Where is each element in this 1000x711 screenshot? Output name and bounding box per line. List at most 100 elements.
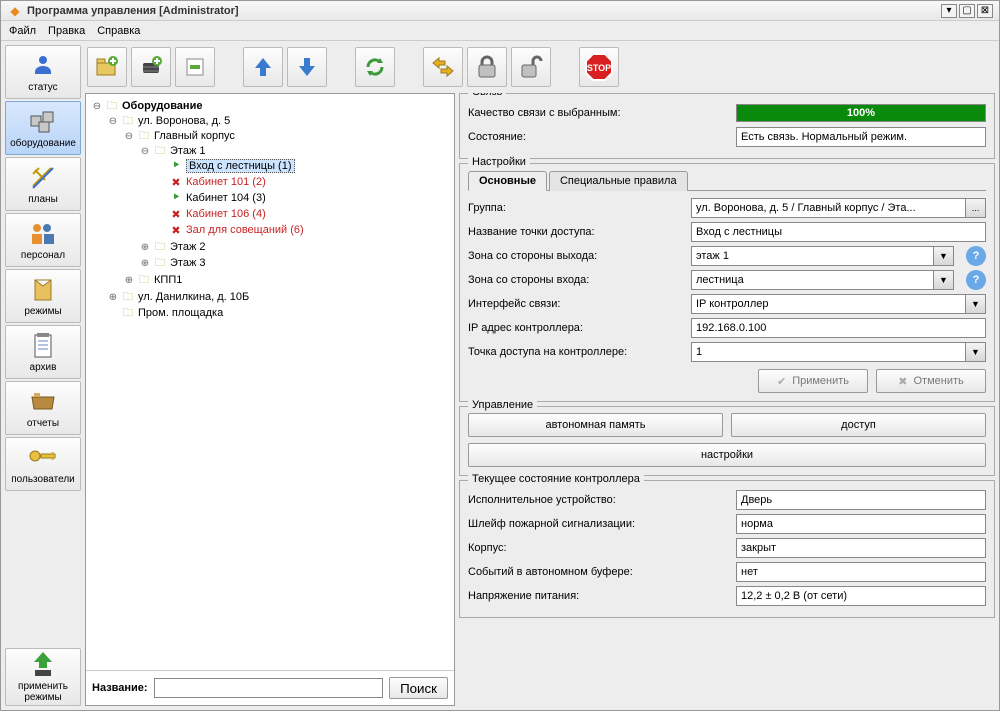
app-icon: ◆ bbox=[7, 3, 23, 19]
sidebar-users[interactable]: пользователи bbox=[5, 437, 81, 491]
folder-icon: 🗀 bbox=[120, 306, 136, 320]
tree-root[interactable]: ⊖🗀Оборудование bbox=[92, 99, 450, 113]
zone-out-select[interactable]: этаж 1 bbox=[691, 246, 934, 266]
window-title: Программа управления [Administrator] bbox=[27, 5, 941, 17]
sidebar-equipment[interactable]: оборудование bbox=[5, 101, 81, 155]
tree-prom[interactable]: 🗀Пром. площадка bbox=[108, 306, 450, 320]
transfer-button[interactable] bbox=[423, 47, 463, 87]
chevron-down-icon[interactable]: ▼ bbox=[934, 270, 954, 290]
actuator-value: Дверь bbox=[736, 490, 986, 510]
search-input[interactable] bbox=[154, 678, 383, 698]
tree-addr2[interactable]: ⊕🗀ул. Данилкина, д. 10Б bbox=[108, 290, 450, 304]
tree-kpp[interactable]: ⊕🗀КПП1 bbox=[124, 273, 450, 287]
minimize-button[interactable]: ▾ bbox=[941, 4, 957, 18]
tree-cab106[interactable]: ✖Кабинет 106 (4) bbox=[156, 207, 450, 221]
delete-button[interactable] bbox=[175, 47, 215, 87]
lock-open-button[interactable] bbox=[511, 47, 551, 87]
move-down-button[interactable] bbox=[287, 47, 327, 87]
iface-label: Интерфейс связи: bbox=[468, 298, 683, 310]
menu-file[interactable]: Файл bbox=[9, 25, 36, 37]
refresh-button[interactable] bbox=[355, 47, 395, 87]
settings-tabs: Основные Специальные правила bbox=[468, 170, 986, 191]
tree-hall[interactable]: ✖Зал для совещаний (6) bbox=[156, 223, 450, 237]
door-icon: ⯈ bbox=[168, 191, 184, 205]
tab-main[interactable]: Основные bbox=[468, 171, 547, 191]
sidebar-apply-label: применить режимы bbox=[6, 681, 80, 703]
add-device-button[interactable] bbox=[131, 47, 171, 87]
toolbar: STOP bbox=[85, 45, 995, 89]
sidebar: статус оборудование планы персонал режим… bbox=[5, 45, 81, 706]
state-value: Есть связь. Нормальный режим. bbox=[736, 127, 986, 147]
archive-icon bbox=[27, 332, 59, 360]
ip-input[interactable]: 192.168.0.100 bbox=[691, 318, 986, 338]
tree-addr1[interactable]: ⊖🗀ул. Воронова, д. 5 bbox=[108, 114, 450, 128]
sidebar-personnel[interactable]: персонал bbox=[5, 213, 81, 267]
status-icon bbox=[27, 52, 59, 80]
move-up-button[interactable] bbox=[243, 47, 283, 87]
add-folder-button[interactable] bbox=[87, 47, 127, 87]
access-button[interactable]: доступ bbox=[731, 413, 986, 437]
lock-closed-button[interactable] bbox=[467, 47, 507, 87]
sidebar-reports[interactable]: отчеты bbox=[5, 381, 81, 435]
point-label: Точка доступа на контроллере: bbox=[468, 346, 683, 358]
stop-button[interactable]: STOP bbox=[579, 47, 619, 87]
sidebar-equipment-label: оборудование bbox=[10, 138, 76, 149]
tree-stair[interactable]: ⯈Вход с лестницы (1) bbox=[156, 159, 450, 173]
point-select[interactable]: 1 bbox=[691, 342, 966, 362]
folder-icon: 🗀 bbox=[152, 144, 168, 158]
equipment-icon bbox=[27, 108, 59, 136]
tree-cab104[interactable]: ⯈Кабинет 104 (3) bbox=[156, 191, 450, 205]
cancel-button[interactable]: ✖Отменить bbox=[876, 369, 986, 393]
folder-icon: 🗀 bbox=[120, 290, 136, 304]
sidebar-apply-modes[interactable]: применить режимы bbox=[5, 648, 81, 706]
folder-icon: 🗀 bbox=[152, 256, 168, 270]
sidebar-users-label: пользователи bbox=[11, 474, 75, 485]
sidebar-status[interactable]: статус bbox=[5, 45, 81, 99]
tree-floor1[interactable]: ⊖🗀Этаж 1 bbox=[140, 144, 450, 158]
chevron-down-icon[interactable]: ▼ bbox=[966, 294, 986, 314]
tab-rules[interactable]: Специальные правила bbox=[549, 171, 688, 191]
modes-icon bbox=[27, 276, 59, 304]
memory-button[interactable]: автономная память bbox=[468, 413, 723, 437]
equipment-tree[interactable]: ⊖🗀Оборудование ⊖🗀ул. Воронова, д. 5 ⊖🗀Гл… bbox=[86, 94, 454, 671]
group-label: Группа: bbox=[468, 202, 683, 214]
help-zone-out-button[interactable]: ? bbox=[966, 246, 986, 266]
zone-out-label: Зона со стороны выхода: bbox=[468, 250, 683, 262]
sidebar-status-label: статус bbox=[28, 82, 57, 93]
chevron-down-icon[interactable]: ▼ bbox=[966, 342, 986, 362]
tree-cab101[interactable]: ✖Кабинет 101 (2) bbox=[156, 175, 450, 189]
zone-in-select[interactable]: лестница bbox=[691, 270, 934, 290]
maximize-button[interactable]: ▢ bbox=[959, 4, 975, 18]
folder-icon: 🗀 bbox=[104, 99, 120, 113]
menu-help[interactable]: Справка bbox=[97, 25, 140, 37]
sidebar-plans[interactable]: планы bbox=[5, 157, 81, 211]
search-button[interactable]: Поиск bbox=[389, 677, 448, 699]
tree-floor2[interactable]: ⊕🗀Этаж 2 bbox=[140, 240, 450, 254]
sidebar-archive[interactable]: архив bbox=[5, 325, 81, 379]
iface-select[interactable]: IP контроллер bbox=[691, 294, 966, 314]
personnel-icon bbox=[27, 220, 59, 248]
state-legend: Текущее состояние контроллера bbox=[468, 473, 644, 485]
case-label: Корпус: bbox=[468, 542, 728, 554]
sidebar-modes[interactable]: режимы bbox=[5, 269, 81, 323]
name-input[interactable]: Вход с лестницы bbox=[691, 222, 986, 242]
sidebar-personnel-label: персонал bbox=[21, 250, 65, 261]
chevron-down-icon[interactable]: ▼ bbox=[934, 246, 954, 266]
ip-label: IP адрес контроллера: bbox=[468, 322, 683, 334]
folder-icon: 🗀 bbox=[136, 129, 152, 143]
users-icon bbox=[27, 444, 59, 472]
ctrl-settings-button[interactable]: настройки bbox=[468, 443, 986, 467]
group-value[interactable]: ул. Воронова, д. 5 / Главный корпус / Эт… bbox=[691, 198, 966, 218]
close-button[interactable]: ⊠ bbox=[977, 4, 993, 18]
folder-icon: 🗀 bbox=[152, 240, 168, 254]
apply-icon bbox=[27, 651, 59, 679]
apply-button[interactable]: ✔Применить bbox=[758, 369, 868, 393]
svg-text:STOP: STOP bbox=[587, 63, 611, 73]
menu-edit[interactable]: Правка bbox=[48, 25, 85, 37]
reports-icon bbox=[27, 388, 59, 416]
help-zone-in-button[interactable]: ? bbox=[966, 270, 986, 290]
tree-building1[interactable]: ⊖🗀Главный корпус bbox=[124, 129, 450, 143]
lower-area: ⊖🗀Оборудование ⊖🗀ул. Воронова, д. 5 ⊖🗀Гл… bbox=[85, 93, 995, 706]
tree-floor3[interactable]: ⊕🗀Этаж 3 bbox=[140, 256, 450, 270]
group-browse-button[interactable]: ... bbox=[966, 198, 986, 218]
